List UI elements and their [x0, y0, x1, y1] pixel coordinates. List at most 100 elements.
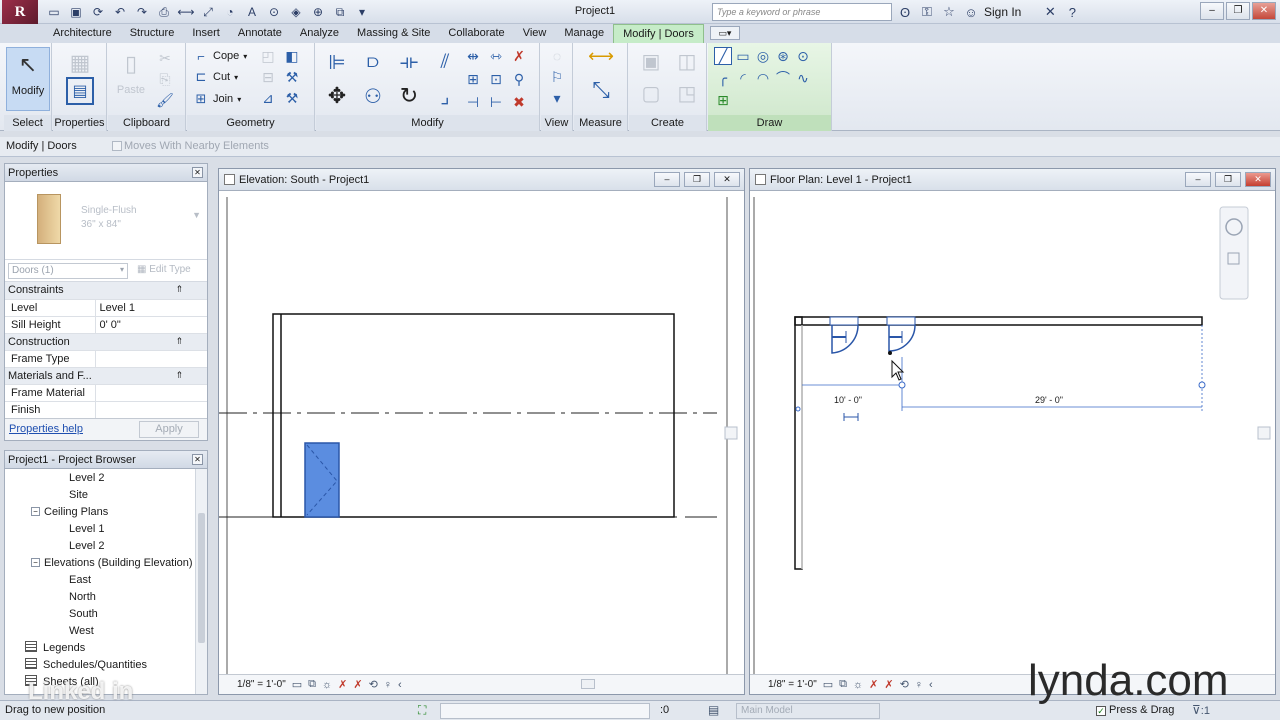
cut-geometry-button[interactable]: ⊏ Cut ▾ — [193, 67, 239, 87]
hide-icon[interactable]: ◌ — [548, 47, 566, 65]
property-value[interactable] — [94, 401, 207, 419]
clipboard-panel-label[interactable]: Clipboard — [108, 115, 185, 131]
exchange-icon[interactable]: ✕ — [1041, 4, 1059, 20]
minimize-button[interactable]: – — [1185, 172, 1211, 187]
show-crop-icon[interactable]: ⟲ — [369, 678, 378, 691]
close-hidden-icon[interactable]: ⧉ — [330, 3, 350, 21]
trim-extend-icon[interactable]: ⌟ — [430, 81, 460, 111]
minimize-button[interactable]: – — [654, 172, 680, 187]
apply-button[interactable]: Apply — [139, 421, 199, 438]
fillet-icon[interactable]: ⌒ — [774, 69, 792, 87]
property-group[interactable]: Constraints ⇑ — [5, 282, 207, 300]
tab-insert[interactable]: Insert — [183, 24, 229, 43]
navigation-bar[interactable] — [1219, 206, 1249, 300]
property-value[interactable]: 0' 0" — [94, 316, 207, 334]
tab-annotate[interactable]: Annotate — [229, 24, 291, 43]
view-scale[interactable]: 1/8" = 1'-0" — [768, 679, 817, 690]
dimension-icon[interactable]: ⤢ — [198, 3, 218, 21]
properties-button[interactable]: ▤ — [62, 77, 98, 108]
select-panel-label[interactable]: Select — [4, 115, 51, 131]
match-properties-icon[interactable]: 🖌 — [156, 91, 174, 109]
help-icon[interactable]: ? — [1063, 5, 1081, 20]
linework-icon[interactable]: ▾ — [548, 89, 566, 107]
floorplan-canvas[interactable]: 10' - 0" 29' - 0" — [750, 191, 1275, 676]
copy-icon[interactable]: ⎘ — [156, 70, 174, 88]
browser-item[interactable]: − Elevations (Building Elevation) — [5, 555, 193, 572]
sun-path-icon[interactable]: ☼ — [322, 679, 332, 691]
properties-panel-label[interactable]: Properties — [53, 115, 106, 131]
paste-button[interactable]: ▯ Paste — [114, 47, 148, 96]
ruler-icon[interactable]: ⊿ — [259, 89, 277, 107]
move-icon[interactable]: ✥ — [322, 81, 352, 111]
property-value[interactable] — [94, 384, 207, 402]
cut-icon[interactable]: ✂ — [156, 49, 174, 67]
geometry-panel-label[interactable]: Geometry — [187, 115, 314, 131]
close-button[interactable]: ✕ — [1245, 172, 1271, 187]
create-parts-icon[interactable]: ◫ — [673, 47, 701, 75]
tab-massing-site[interactable]: Massing & Site — [348, 24, 439, 43]
user-icon[interactable]: ☺ — [962, 5, 980, 20]
restore-button[interactable]: ❐ — [1215, 172, 1241, 187]
undo-icon[interactable]: ↶ — [110, 3, 130, 21]
create-assembly-icon[interactable]: ▣ — [637, 47, 665, 75]
horizontal-scroll-knob[interactable] — [581, 679, 595, 689]
arc-center-icon[interactable]: ◜ — [734, 69, 752, 87]
dim-left-text[interactable]: 10' - 0" — [834, 395, 862, 405]
detail-level-icon[interactable]: ▭ — [823, 678, 833, 691]
copy-element-icon[interactable]: ⚇ — [358, 81, 388, 111]
maximize-button[interactable]: ❐ — [1226, 2, 1250, 20]
door-plan-2[interactable] — [886, 316, 916, 352]
array-icon[interactable]: ⊞ — [464, 70, 482, 88]
pick-lines-icon[interactable]: ⊞ — [714, 91, 732, 109]
elevation-canvas[interactable] — [219, 191, 744, 676]
trim-icon[interactable]: ⊣ — [464, 93, 482, 111]
close-button[interactable]: ✕ — [1252, 2, 1276, 20]
shadows-icon[interactable]: ✗ — [869, 678, 878, 691]
visual-style-icon[interactable]: ⧉ — [308, 678, 316, 691]
scroll-knob[interactable] — [724, 426, 738, 440]
scroll-thumb[interactable] — [198, 513, 205, 643]
switch-windows-icon[interactable]: ▾ — [352, 3, 372, 21]
reveal-hidden-icon[interactable]: ‹ — [398, 679, 402, 691]
paint-icon[interactable]: ◧ — [283, 47, 301, 65]
app-menu-button[interactable]: R — [2, 0, 38, 24]
align-icon[interactable]: ⊫ — [322, 47, 352, 77]
split-element-icon[interactable]: ⇹ — [464, 47, 482, 65]
moves-with-checkbox[interactable] — [112, 141, 122, 151]
browser-item[interactable]: Level 2 — [5, 538, 193, 555]
browser-item[interactable]: South — [5, 606, 193, 623]
sync-icon[interactable]: ⟳ — [88, 3, 108, 21]
split-gap-icon[interactable]: ⇿ — [487, 47, 505, 65]
split-face-icon[interactable]: ◰ — [259, 47, 277, 65]
door-plan-1[interactable] — [829, 316, 859, 354]
detail-level-icon[interactable]: ▭ — [292, 678, 302, 691]
collapse-icon[interactable]: − — [31, 507, 40, 516]
arc-tangent-icon[interactable]: ◠ — [754, 69, 772, 87]
subscription-icon[interactable]: ⚿ — [918, 4, 936, 20]
modify-button[interactable]: ↖ Modify — [6, 47, 50, 111]
polygon-icon[interactable]: ⊛ — [774, 47, 792, 65]
edit-type-button[interactable]: ▦ Edit Type — [137, 264, 191, 275]
scroll-knob[interactable] — [1257, 426, 1271, 440]
favorites-icon[interactable]: ☆ — [940, 4, 958, 20]
create-panel-label[interactable]: Create — [629, 115, 706, 131]
type-selector[interactable]: Single-Flush 36" x 84" ▼ — [5, 182, 207, 260]
dim-right-text[interactable]: 29' - 0" — [1035, 395, 1063, 405]
arc-start-icon[interactable]: ╭ — [714, 69, 732, 87]
browser-item[interactable]: Level 2 — [5, 470, 193, 487]
demolish-icon[interactable]: ⚒ — [283, 68, 301, 86]
aligned-dimension-button[interactable]: ⤡ — [582, 75, 620, 108]
collapse-icon[interactable]: − — [31, 558, 40, 567]
sign-in-link[interactable]: Sign In — [984, 5, 1021, 19]
sun-path-icon[interactable]: ☼ — [853, 679, 863, 691]
shadows-icon[interactable]: ✗ — [338, 678, 347, 691]
tab-modify-doors[interactable]: Modify | Doors — [613, 24, 704, 43]
circle-center-icon[interactable]: ◎ — [754, 47, 772, 65]
binoculars-icon[interactable]: ʘ — [896, 5, 914, 20]
print-icon[interactable]: ⎙ — [154, 3, 174, 21]
ribbon-minimize-toggle[interactable]: ▭▾ — [709, 26, 740, 40]
measure-icon[interactable]: ⟷ — [176, 3, 196, 21]
offset-icon[interactable]: ⫐ — [358, 47, 388, 77]
rectangle-icon[interactable]: ▭ — [734, 47, 752, 65]
workset-field[interactable] — [440, 703, 650, 719]
